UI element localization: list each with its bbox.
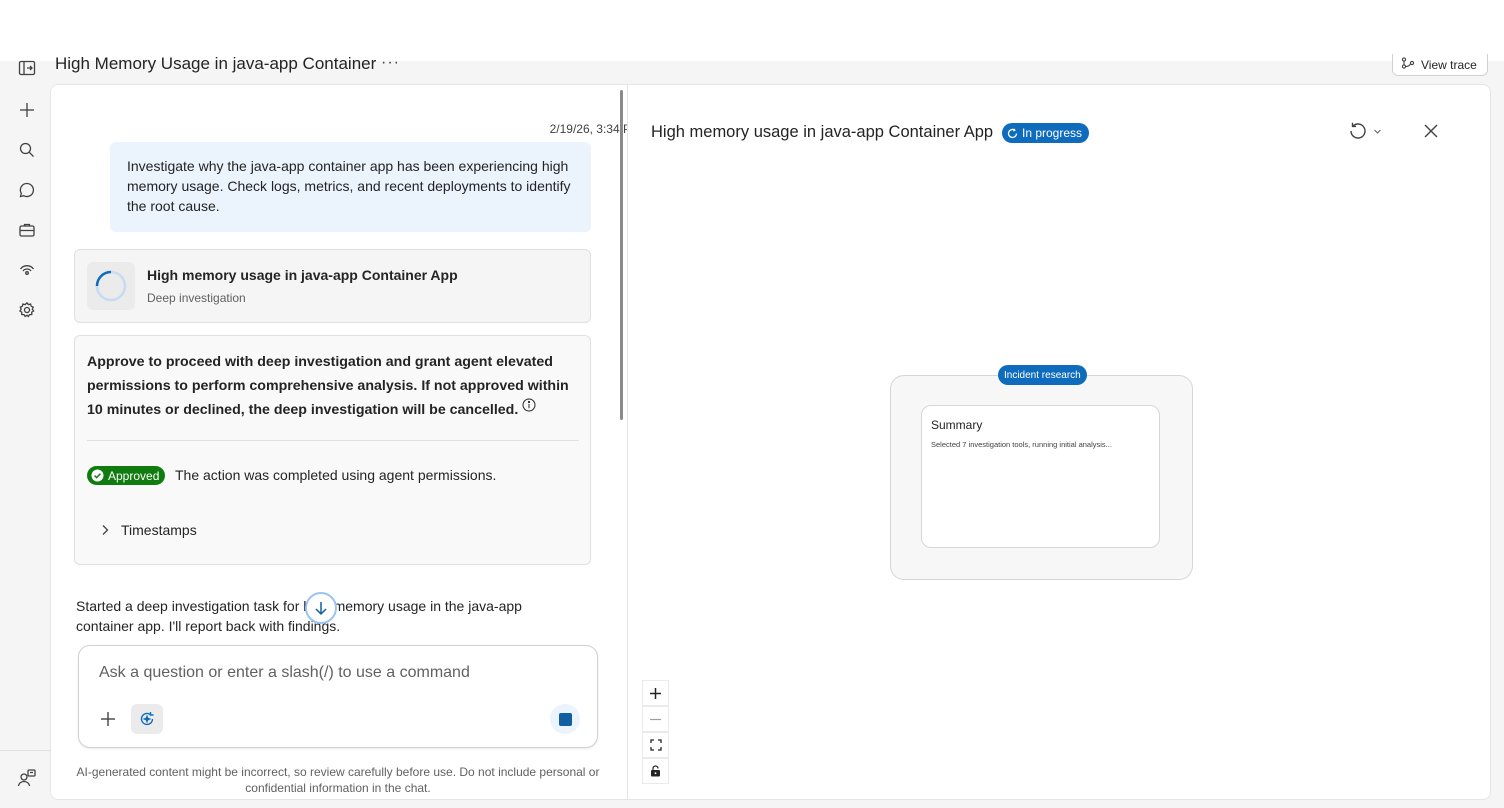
tools-button[interactable] [131,704,163,734]
monitoring-icon[interactable] [14,257,40,283]
search-icon[interactable] [14,137,40,163]
approval-message: Approve to proceed with deep investigati… [87,354,569,418]
stop-button[interactable] [550,704,580,734]
timestamps-label: Timestamps [121,522,197,538]
collapse-sidebar-icon[interactable] [14,55,40,81]
view-trace-button[interactable]: View trace [1392,54,1488,76]
top-bar [0,0,1504,61]
fit-view-button[interactable] [642,732,669,758]
ai-disclaimer: AI-generated content might be incorrect,… [76,765,600,795]
chat-composer [78,645,598,748]
view-trace-label: View trace [1421,57,1477,72]
add-attachment-button[interactable] [97,708,119,730]
panel-title: High memory usage in java-app Container … [651,123,994,141]
summary-title: Summary [931,418,983,432]
lock-icon [651,765,660,777]
user-settings-icon[interactable] [14,765,40,791]
rail-divider [0,750,50,751]
task-card[interactable]: High memory usage in java-app Container … [74,249,591,323]
timestamps-toggle[interactable]: Timestamps [99,522,197,538]
in-progress-icon [1007,127,1018,138]
approved-badge: Approved [87,466,166,485]
briefcase-icon[interactable] [14,217,40,243]
page-title: High Memory Usage in java-app Container [55,54,377,73]
refresh-icon [1350,122,1366,139]
chat-icon[interactable] [14,177,40,203]
incident-research-label: Incident research [998,365,1087,385]
message-timestamp: 2/19/26, 3:34 PM [549,122,627,136]
more-options-button[interactable]: ··· [381,54,400,72]
lock-view-button[interactable] [642,758,669,784]
status-badge: In progress [1002,123,1090,143]
panel-divider [627,84,628,800]
approval-divider [87,440,579,441]
sparkle-refresh-icon [140,712,154,726]
close-icon [1424,124,1438,138]
minus-icon [650,718,661,720]
arrow-down-icon [315,602,327,616]
approved-label: Approved [108,468,160,483]
approval-text: Approve to proceed with deep investigati… [87,350,577,422]
chevron-right-icon [102,525,109,535]
stop-icon [558,712,572,726]
zoom-in-button[interactable] [642,680,669,706]
zoom-out-button[interactable] [642,706,669,732]
plus-icon [101,712,115,726]
approval-card: Approve to proceed with deep investigati… [74,335,591,565]
chat-input[interactable] [99,664,569,682]
trace-icon [1401,57,1415,72]
summary-text: Selected 7 investigation tools, running … [931,440,1112,449]
task-title: High memory usage in java-app Container … [147,267,458,283]
check-circle-icon [91,469,104,482]
fit-view-icon [649,739,662,751]
scroll-to-bottom-button[interactable] [305,592,337,624]
approval-note: The action was completed using agent per… [175,467,497,483]
chat-pane: 2/19/26, 3:34 PM Investigate why the jav… [50,84,627,634]
loading-spinner-icon [95,270,127,302]
left-rail [0,60,50,808]
chevron-down-icon [1374,129,1381,134]
settings-icon[interactable] [14,297,40,323]
new-chat-icon[interactable] [14,97,40,123]
summary-node[interactable]: Summary Selected 7 investigation tools, … [921,405,1160,548]
close-panel-button[interactable] [1421,121,1441,141]
task-subtitle: Deep investigation [147,291,246,305]
task-icon-box [87,262,135,310]
refresh-button[interactable] [1348,121,1382,141]
status-label: In progress [1022,126,1083,140]
plus-icon [650,687,661,699]
info-icon[interactable] [522,398,536,412]
user-message: Investigate why the java-app container a… [110,142,591,232]
